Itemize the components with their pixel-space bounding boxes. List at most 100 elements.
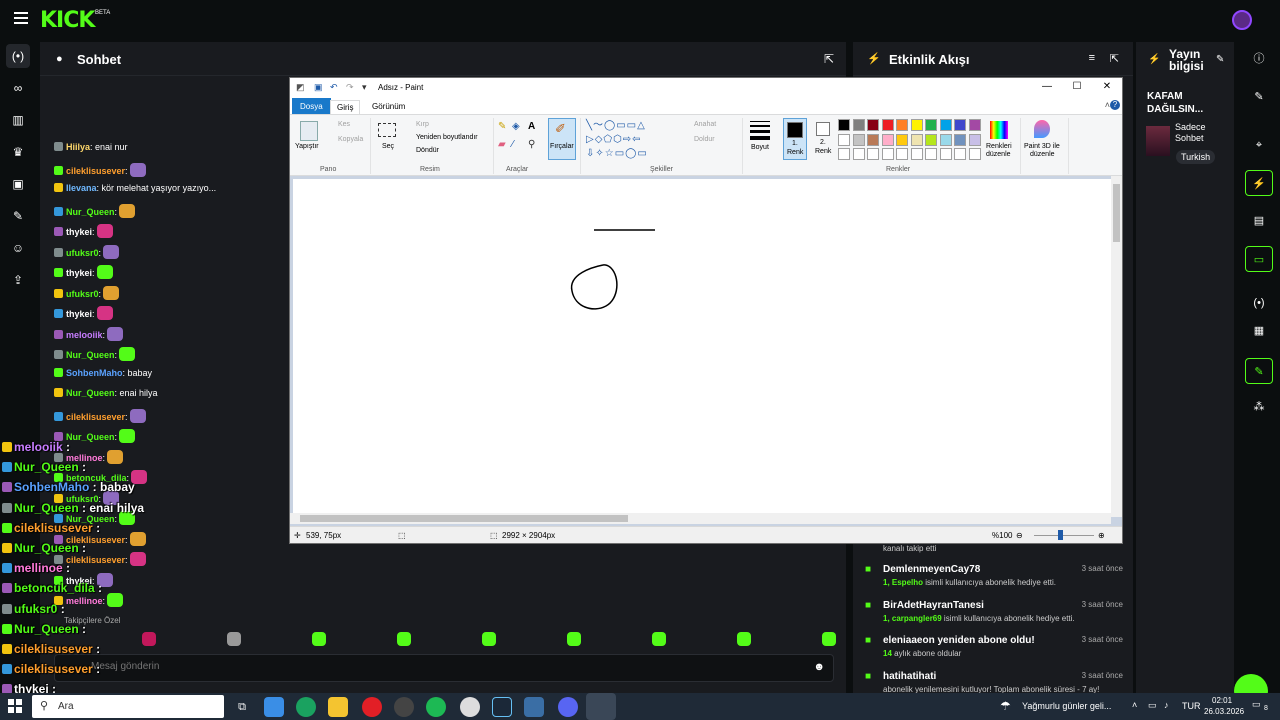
save-icon[interactable]: ▣ — [314, 82, 324, 92]
paint3d-label-a[interactable]: Paint 3D ile — [1024, 143, 1060, 150]
info-icon[interactable]: ⓘ — [1245, 46, 1273, 72]
color-swatch[interactable] — [939, 119, 952, 131]
select-button[interactable]: Seç — [382, 143, 394, 150]
size-icon[interactable] — [750, 121, 770, 140]
wrench-icon[interactable]: ✎ — [6, 204, 30, 228]
emote-icon[interactable] — [567, 632, 581, 646]
chat-username[interactable]: Nur_Queen — [66, 350, 115, 360]
kick-logo[interactable]: KICK — [40, 8, 95, 33]
custom-color-slot[interactable] — [867, 148, 879, 160]
help-icon[interactable]: ? — [1110, 100, 1120, 110]
color-swatch[interactable] — [896, 133, 908, 146]
color-swatch[interactable] — [925, 119, 937, 131]
chat-username[interactable]: cileklisusever — [66, 555, 125, 565]
color-swatch[interactable] — [867, 119, 879, 131]
document-icon[interactable]: ▤ — [1245, 208, 1273, 234]
chat-icon[interactable]: ▭ — [1245, 246, 1273, 272]
shapes-gallery[interactable]: ╲〜◯▭▭△ ▷◇⬠⬡⇨⇦ ⇩✧☆▭◯▭ — [586, 119, 686, 161]
zoom-slider[interactable] — [1034, 535, 1094, 536]
custom-color-slot[interactable] — [910, 148, 923, 160]
chart-icon[interactable]: ▥ — [6, 108, 30, 132]
category-thumbnail[interactable] — [1146, 126, 1170, 156]
text-icon[interactable]: A — [528, 121, 535, 132]
custom-color-slot[interactable] — [968, 148, 981, 160]
emote-icon[interactable] — [312, 632, 326, 646]
color-swatch[interactable] — [910, 119, 923, 131]
horizontal-scrollbar[interactable] — [290, 513, 1111, 524]
filter-icon[interactable]: ≡ — [1089, 52, 1095, 64]
menu-icon[interactable] — [14, 12, 28, 24]
color-swatch[interactable] — [838, 119, 850, 131]
popout-icon[interactable]: ⇱ — [1110, 52, 1119, 65]
custom-color-slot[interactable] — [954, 148, 966, 160]
color-swatch[interactable] — [910, 133, 923, 146]
task-view-icon[interactable]: ⧉ — [232, 697, 252, 717]
chat-username[interactable]: ufuksr0 — [66, 289, 99, 299]
magnifier-icon[interactable]: ⚲ — [528, 139, 535, 150]
custom-color-slot[interactable] — [896, 148, 908, 160]
edge-icon[interactable] — [296, 697, 316, 717]
chat-input-box[interactable]: ☻ — [54, 654, 834, 682]
fill-button[interactable]: Doldur — [694, 136, 715, 143]
notification-icon[interactable]: ▭ — [1252, 699, 1261, 710]
color-swatch[interactable] — [954, 133, 966, 146]
app-icon[interactable] — [394, 697, 414, 717]
minimize-icon[interactable]: — — [1032, 81, 1062, 92]
emote-icon[interactable] — [822, 632, 836, 646]
eraser-icon[interactable]: ▰ — [498, 139, 506, 150]
zoom-thumb[interactable] — [1058, 530, 1063, 540]
tab-file[interactable]: Dosya — [292, 98, 331, 115]
lightning-icon[interactable]: ⚡ — [1245, 170, 1273, 196]
chat-username[interactable]: Nur_Queen — [66, 388, 115, 398]
clock-date[interactable]: 26.03.2026 — [1204, 707, 1244, 716]
emote-icon[interactable] — [737, 632, 751, 646]
size-button[interactable]: Boyut — [751, 144, 769, 151]
crop-button[interactable]: Kırp — [416, 121, 429, 128]
app-icon[interactable] — [264, 697, 284, 717]
wrench-icon[interactable]: ✎ — [1245, 358, 1273, 384]
color-swatch[interactable] — [852, 119, 865, 131]
chat-username[interactable]: Nur_Queen — [66, 432, 115, 442]
emote-icon[interactable] — [482, 632, 496, 646]
nodes-icon[interactable]: ⁂ — [1245, 394, 1273, 420]
color-swatch[interactable] — [968, 133, 981, 146]
paint3d-icon[interactable] — [1034, 120, 1050, 138]
qat-dropdown-icon[interactable]: ▾ — [362, 82, 372, 92]
obs-icon[interactable] — [460, 697, 480, 717]
color-swatch[interactable] — [852, 133, 865, 146]
zoom-out-icon[interactable]: ⊖ — [1016, 531, 1023, 540]
emote-icon[interactable] — [227, 632, 241, 646]
custom-color-slot[interactable] — [925, 148, 937, 160]
emote-icon[interactable] — [397, 632, 411, 646]
scroll-thumb[interactable] — [300, 515, 628, 522]
users-icon[interactable]: ☺ — [6, 236, 30, 260]
file-explorer-icon[interactable] — [328, 697, 348, 717]
scroll-thumb[interactable] — [1113, 184, 1120, 242]
broadcast-icon[interactable]: (•) — [6, 44, 30, 68]
custom-color-slot[interactable] — [939, 148, 952, 160]
undo-icon[interactable]: ↶ — [330, 82, 340, 92]
chat-username[interactable]: SohbenMaho — [66, 368, 123, 378]
chat-username[interactable]: cileklisusever — [66, 166, 125, 176]
color-swatch[interactable] — [968, 119, 981, 131]
language-indicator[interactable]: TUR — [1182, 701, 1201, 711]
chat-username[interactable]: Nur_Queen — [66, 207, 115, 217]
close-icon[interactable]: ✕ — [1092, 81, 1122, 92]
broadcast-icon[interactable]: (•) — [1245, 290, 1273, 316]
chat-username[interactable]: cileklisusever — [66, 412, 125, 422]
custom-color-slot[interactable] — [838, 148, 850, 160]
paste-icon[interactable] — [300, 121, 318, 141]
spotify-icon[interactable] — [426, 697, 446, 717]
edit-colors-label-a[interactable]: Renkleri — [986, 143, 1012, 150]
color-picker-icon[interactable]: ⁄ — [512, 139, 514, 150]
steam-icon[interactable] — [492, 697, 512, 717]
tab-view[interactable]: Görünüm — [366, 100, 411, 113]
clock-time[interactable]: 02:01 — [1212, 696, 1232, 705]
popout-icon[interactable]: ⇱ — [824, 52, 834, 66]
paint-canvas[interactable] — [293, 179, 1111, 517]
edit-colors-icon[interactable] — [990, 121, 1008, 139]
opera-icon[interactable] — [362, 697, 382, 717]
color-swatch[interactable] — [896, 119, 908, 131]
rotate-button[interactable]: Döndür — [416, 147, 439, 154]
custom-color-slot[interactable] — [852, 148, 865, 160]
